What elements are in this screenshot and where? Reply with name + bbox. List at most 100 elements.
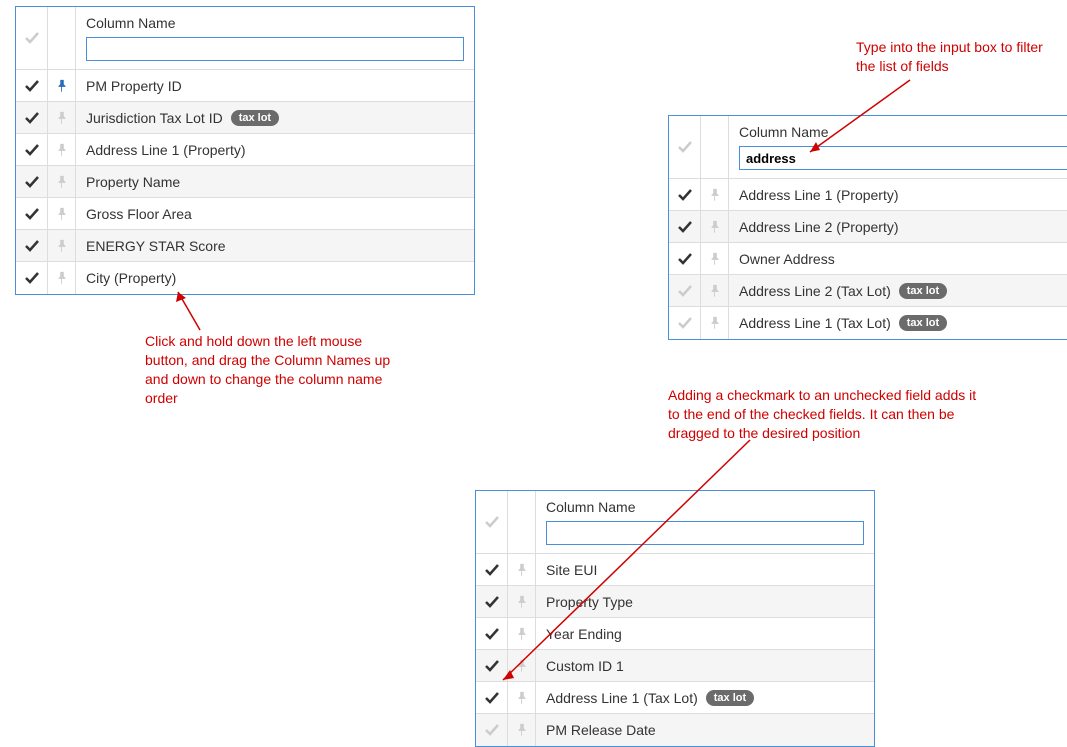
row-pin-cell[interactable] [508, 618, 536, 649]
row-pin-cell[interactable] [701, 243, 729, 274]
row-check-cell[interactable] [16, 198, 48, 229]
column-row[interactable]: Year Ending [476, 618, 874, 650]
annotation-filter-help: Type into the input box to filter the li… [856, 38, 1056, 76]
row-pin-cell[interactable] [48, 230, 76, 261]
header-pin-cell [48, 7, 76, 69]
row-pin-cell[interactable] [508, 682, 536, 713]
pin-icon [56, 239, 68, 253]
row-name-cell[interactable]: Custom ID 1 [536, 650, 874, 681]
column-row[interactable]: Address Line 1 (Property) [16, 134, 474, 166]
column-row[interactable]: Jurisdiction Tax Lot IDtax lot [16, 102, 474, 134]
check-icon [24, 142, 40, 158]
column-row[interactable]: PM Release Date [476, 714, 874, 746]
row-name-cell[interactable]: Address Line 2 (Tax Lot)tax lot [729, 275, 1067, 306]
pin-icon [709, 284, 721, 298]
row-name-cell[interactable]: Jurisdiction Tax Lot IDtax lot [76, 102, 474, 133]
column-row[interactable]: PM Property ID [16, 70, 474, 102]
row-name-cell[interactable]: PM Release Date [536, 714, 874, 746]
row-check-cell[interactable] [476, 682, 508, 713]
check-icon [484, 658, 500, 674]
column-row[interactable]: City (Property) [16, 262, 474, 294]
column-row[interactable]: Site EUI [476, 554, 874, 586]
column-row[interactable]: Address Line 2 (Property) [669, 211, 1067, 243]
row-check-cell[interactable] [669, 275, 701, 306]
row-check-cell[interactable] [16, 70, 48, 101]
row-name-cell[interactable]: City (Property) [76, 262, 474, 294]
row-name-cell[interactable]: Site EUI [536, 554, 874, 585]
column-row[interactable]: Property Name [16, 166, 474, 198]
row-pin-cell[interactable] [508, 650, 536, 681]
row-pin-cell[interactable] [701, 307, 729, 339]
column-row[interactable]: Address Line 1 (Tax Lot)tax lot [476, 682, 874, 714]
row-check-cell[interactable] [669, 179, 701, 210]
pin-icon [56, 79, 68, 93]
row-pin-cell[interactable] [508, 586, 536, 617]
pin-icon [56, 207, 68, 221]
row-label: Address Line 1 (Tax Lot) [739, 315, 891, 331]
column-header-label: Column Name [739, 122, 1067, 142]
check-icon [24, 238, 40, 254]
row-name-cell[interactable]: ENERGY STAR Score [76, 230, 474, 261]
row-check-cell[interactable] [476, 554, 508, 585]
row-pin-cell[interactable] [508, 714, 536, 746]
column-row[interactable]: Custom ID 1 [476, 650, 874, 682]
filter-input[interactable] [86, 37, 464, 61]
row-pin-cell[interactable] [701, 179, 729, 210]
row-name-cell[interactable]: Address Line 2 (Property) [729, 211, 1067, 242]
row-pin-cell[interactable] [701, 211, 729, 242]
pin-icon [516, 691, 528, 705]
row-check-cell[interactable] [669, 307, 701, 339]
header-check-cell [669, 116, 701, 178]
row-pin-cell[interactable] [48, 166, 76, 197]
row-pin-cell[interactable] [48, 134, 76, 165]
row-label: City (Property) [86, 270, 176, 286]
column-row[interactable]: Address Line 1 (Tax Lot)tax lot [669, 307, 1067, 339]
header-check-cell [476, 491, 508, 553]
row-name-cell[interactable]: Gross Floor Area [76, 198, 474, 229]
row-pin-cell[interactable] [48, 198, 76, 229]
annotation-drag-help: Click and hold down the left mouse butto… [145, 332, 405, 408]
row-check-cell[interactable] [476, 650, 508, 681]
row-check-cell[interactable] [16, 166, 48, 197]
row-check-cell[interactable] [669, 211, 701, 242]
column-row[interactable]: Owner Address [669, 243, 1067, 275]
taxlot-badge: tax lot [231, 110, 279, 126]
row-check-cell[interactable] [16, 102, 48, 133]
row-check-cell[interactable] [16, 134, 48, 165]
row-name-cell[interactable]: Address Line 1 (Property) [729, 179, 1067, 210]
row-check-cell[interactable] [16, 230, 48, 261]
row-check-cell[interactable] [476, 618, 508, 649]
row-name-cell[interactable]: Address Line 1 (Tax Lot)tax lot [536, 682, 874, 713]
row-label: Address Line 1 (Property) [86, 142, 246, 158]
row-label: PM Release Date [546, 722, 656, 738]
column-row[interactable]: Address Line 2 (Tax Lot)tax lot [669, 275, 1067, 307]
column-row[interactable]: Property Type [476, 586, 874, 618]
row-pin-cell[interactable] [701, 275, 729, 306]
row-pin-cell[interactable] [48, 102, 76, 133]
row-name-cell[interactable]: PM Property ID [76, 70, 474, 101]
header-row: Column Name [476, 491, 874, 554]
row-name-cell[interactable]: Address Line 1 (Tax Lot)tax lot [729, 307, 1067, 339]
filter-input[interactable] [546, 521, 864, 545]
column-row[interactable]: Gross Floor Area [16, 198, 474, 230]
row-label: Custom ID 1 [546, 658, 624, 674]
filter-input[interactable] [739, 146, 1067, 170]
row-pin-cell[interactable] [508, 554, 536, 585]
row-label: Address Line 2 (Tax Lot) [739, 283, 891, 299]
row-check-cell[interactable] [476, 714, 508, 746]
row-name-cell[interactable]: Property Name [76, 166, 474, 197]
row-pin-cell[interactable] [48, 262, 76, 294]
row-check-cell[interactable] [669, 243, 701, 274]
row-check-cell[interactable] [16, 262, 48, 294]
row-name-cell[interactable]: Year Ending [536, 618, 874, 649]
column-row[interactable]: Address Line 1 (Property) [669, 179, 1067, 211]
row-check-cell[interactable] [476, 586, 508, 617]
row-name-cell[interactable]: Owner Address [729, 243, 1067, 274]
pin-icon [709, 316, 721, 330]
row-label: PM Property ID [86, 78, 182, 94]
row-label: Owner Address [739, 251, 835, 267]
row-pin-cell[interactable] [48, 70, 76, 101]
column-row[interactable]: ENERGY STAR Score [16, 230, 474, 262]
row-name-cell[interactable]: Address Line 1 (Property) [76, 134, 474, 165]
row-name-cell[interactable]: Property Type [536, 586, 874, 617]
